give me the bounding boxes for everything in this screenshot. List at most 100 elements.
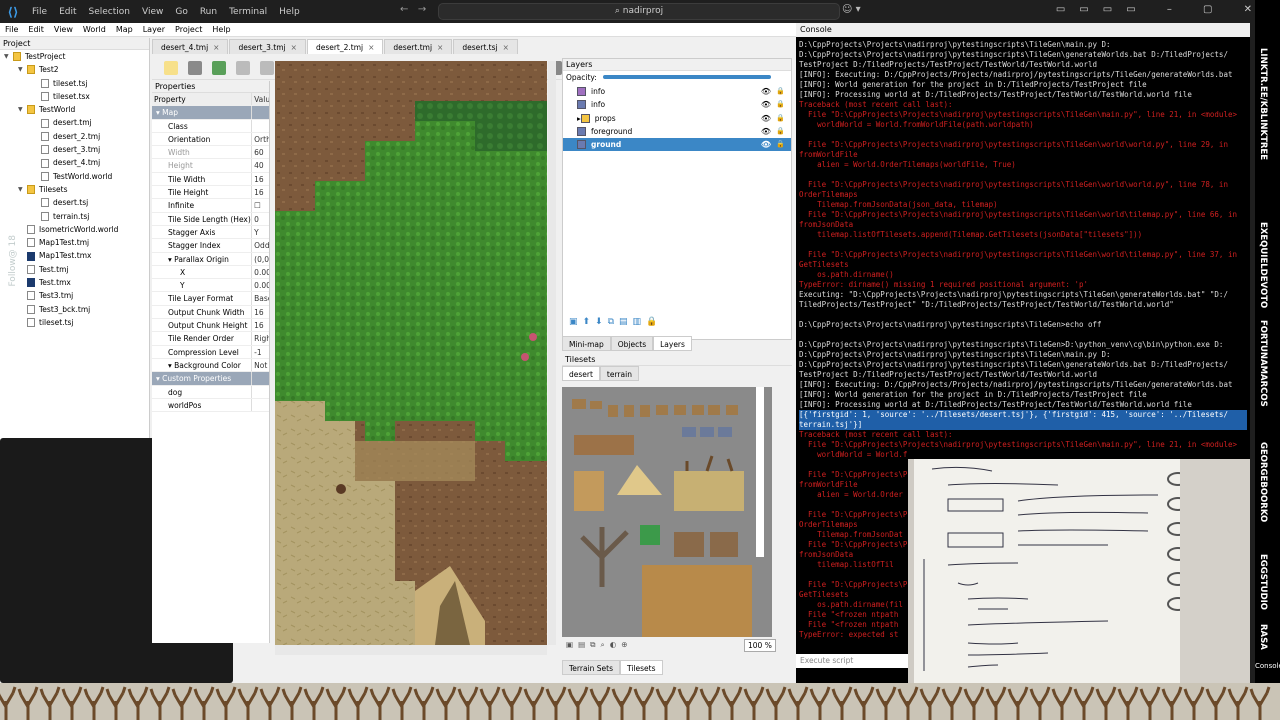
- visibility-eye-icon[interactable]: 👁: [761, 98, 771, 111]
- property-row[interactable]: ▾ Parallax Origin (0,0: [152, 252, 269, 266]
- layer-row[interactable]: info 👁 🔒: [563, 98, 791, 111]
- property-value[interactable]: 0: [251, 212, 269, 225]
- property-value[interactable]: -1: [251, 345, 269, 358]
- vscode-menu-selection[interactable]: Selection: [89, 7, 130, 17]
- property-value[interactable]: ☐: [251, 199, 269, 212]
- map-vertical-scrollbar[interactable]: [548, 61, 556, 645]
- property-row[interactable]: Tile Layer Format Base: [152, 292, 269, 306]
- tab-mini-map[interactable]: Mini-map: [562, 336, 611, 351]
- doc-tab[interactable]: desert.tsj ×: [453, 39, 518, 54]
- close-icon[interactable]: ×: [368, 43, 374, 52]
- property-row[interactable]: Compression Level -1: [152, 345, 269, 359]
- property-value[interactable]: Righ: [251, 332, 269, 345]
- doc-tab[interactable]: desert_2.tmj ×: [306, 39, 384, 54]
- property-row[interactable]: Tile Height 16: [152, 186, 269, 200]
- tiled-menu-help[interactable]: Help: [212, 25, 230, 34]
- project-tree-item[interactable]: Test3.tmj: [0, 289, 149, 302]
- visibility-eye-icon[interactable]: 👁: [761, 85, 771, 98]
- property-value[interactable]: [251, 119, 269, 132]
- property-value[interactable]: 16: [251, 172, 269, 186]
- vscode-menu-file[interactable]: File: [32, 7, 47, 17]
- layer-row[interactable]: foreground 👁 🔒: [563, 125, 791, 138]
- project-tree-item[interactable]: tileset.tsj: [0, 77, 149, 90]
- project-tree-item[interactable]: Test.tmj: [0, 263, 149, 276]
- project-tree-item[interactable]: ▼ Test2: [0, 63, 149, 76]
- doc-tab[interactable]: desert.tmj ×: [384, 39, 453, 54]
- property-value[interactable]: Y: [251, 225, 269, 239]
- property-row[interactable]: Output Chunk Height 16: [152, 319, 269, 333]
- property-value[interactable]: [251, 385, 269, 398]
- layer-row[interactable]: info 👁 🔒: [563, 85, 791, 98]
- property-value[interactable]: Odd: [251, 239, 269, 252]
- zoom-select[interactable]: 100 %: [744, 639, 776, 652]
- property-row[interactable]: Tile Side Length (Hex) 0: [152, 212, 269, 226]
- project-tree-item[interactable]: terrain.tsj: [0, 210, 149, 223]
- property-row[interactable]: Tile Width 16: [152, 172, 269, 187]
- tab-objects[interactable]: Objects: [610, 336, 654, 351]
- property-row[interactable]: Class: [152, 119, 269, 133]
- close-icon[interactable]: ×: [213, 43, 219, 52]
- expand-arrow-icon[interactable]: ▼: [4, 50, 13, 63]
- tiled-menu-view[interactable]: View: [54, 25, 73, 34]
- property-value[interactable]: Orth: [251, 132, 269, 146]
- doc-tab[interactable]: desert_3.tmj ×: [229, 39, 306, 54]
- property-row[interactable]: Infinite ☐: [152, 199, 269, 213]
- project-tree-item[interactable]: ▼ TestProject: [0, 50, 149, 63]
- tiled-menu-map[interactable]: Map: [116, 25, 133, 34]
- expand-arrow-icon[interactable]: ▼: [18, 103, 27, 116]
- vscode-menu-view[interactable]: View: [142, 7, 163, 17]
- lock-icon[interactable]: 🔒: [776, 112, 785, 125]
- close-icon[interactable]: ×: [437, 43, 443, 52]
- property-value[interactable]: [251, 372, 269, 385]
- project-tree-item[interactable]: desert_3.tmj: [0, 143, 149, 156]
- layer-row[interactable]: ▸ props 👁 🔒: [563, 112, 791, 125]
- property-row[interactable]: ▾ Background Color Not: [152, 358, 269, 373]
- project-tree-item[interactable]: desert.tsj: [0, 196, 149, 209]
- lock-icon[interactable]: 🔒: [776, 125, 785, 138]
- tileset-actions-icons[interactable]: ▣▤⧉⌕◐⊕: [566, 640, 633, 650]
- property-value[interactable]: Base: [251, 292, 269, 305]
- project-tree-item[interactable]: desert_4.tmj: [0, 156, 149, 169]
- project-tree-item[interactable]: tileset.tsj: [0, 316, 149, 329]
- tileset-tab[interactable]: terrain: [599, 366, 639, 381]
- property-row[interactable]: Y 0.00: [152, 279, 269, 293]
- vscode-menu-run[interactable]: Run: [200, 7, 217, 17]
- property-row[interactable]: Orientation Orth: [152, 132, 269, 147]
- expand-arrow-icon[interactable]: ▼: [18, 63, 27, 76]
- vscode-menu-go[interactable]: Go: [175, 7, 187, 17]
- tiled-menu-file[interactable]: File: [5, 25, 18, 34]
- map-horizontal-scrollbar[interactable]: [275, 645, 547, 655]
- lock-icon[interactable]: 🔒: [776, 138, 785, 151]
- project-tree-item[interactable]: desert.tmj: [0, 116, 149, 129]
- property-value[interactable]: (0,0: [251, 252, 269, 265]
- visibility-eye-icon[interactable]: 👁: [761, 112, 771, 125]
- property-value[interactable]: [251, 398, 269, 412]
- vscode-menu-edit[interactable]: Edit: [59, 7, 76, 17]
- tab-layers[interactable]: Layers: [653, 336, 692, 351]
- tab-tilesets[interactable]: Tilesets: [620, 660, 663, 675]
- project-tree-item[interactable]: Map1Test.tmj: [0, 236, 149, 249]
- project-tree-item[interactable]: Test3_bck.tmj: [0, 303, 149, 316]
- window-controls[interactable]: ▭▭▭▭ – ▢ ✕: [1056, 4, 1266, 15]
- project-tree-item[interactable]: TestWorld.world: [0, 170, 149, 183]
- doc-tab[interactable]: desert_4.tmj ×: [152, 39, 229, 54]
- project-tree-item[interactable]: ▼ Tilesets: [0, 183, 149, 196]
- close-icon[interactable]: ×: [503, 43, 509, 52]
- lock-icon[interactable]: 🔒: [776, 98, 785, 111]
- property-row[interactable]: Width 60: [152, 146, 269, 160]
- visibility-eye-icon[interactable]: 👁: [761, 138, 771, 151]
- copilot-icon[interactable]: ☺ ▾: [842, 4, 861, 15]
- opacity-slider[interactable]: [602, 75, 771, 79]
- property-row[interactable]: Tile Render Order Righ: [152, 332, 269, 346]
- project-tree-item[interactable]: tileset.tsx: [0, 90, 149, 103]
- visibility-eye-icon[interactable]: 👁: [761, 125, 771, 138]
- property-value[interactable]: 0.00: [251, 279, 269, 292]
- project-tree-item[interactable]: ▼ TestWorld: [0, 103, 149, 116]
- project-tree-item[interactable]: desert_2.tmj: [0, 130, 149, 143]
- property-row[interactable]: worldPos: [152, 398, 269, 413]
- close-icon[interactable]: ×: [291, 43, 297, 52]
- tiled-menu-world[interactable]: World: [83, 25, 106, 34]
- undo-icon[interactable]: [236, 61, 250, 75]
- property-value[interactable]: 0.00: [251, 265, 269, 279]
- property-value[interactable]: Not: [251, 358, 269, 372]
